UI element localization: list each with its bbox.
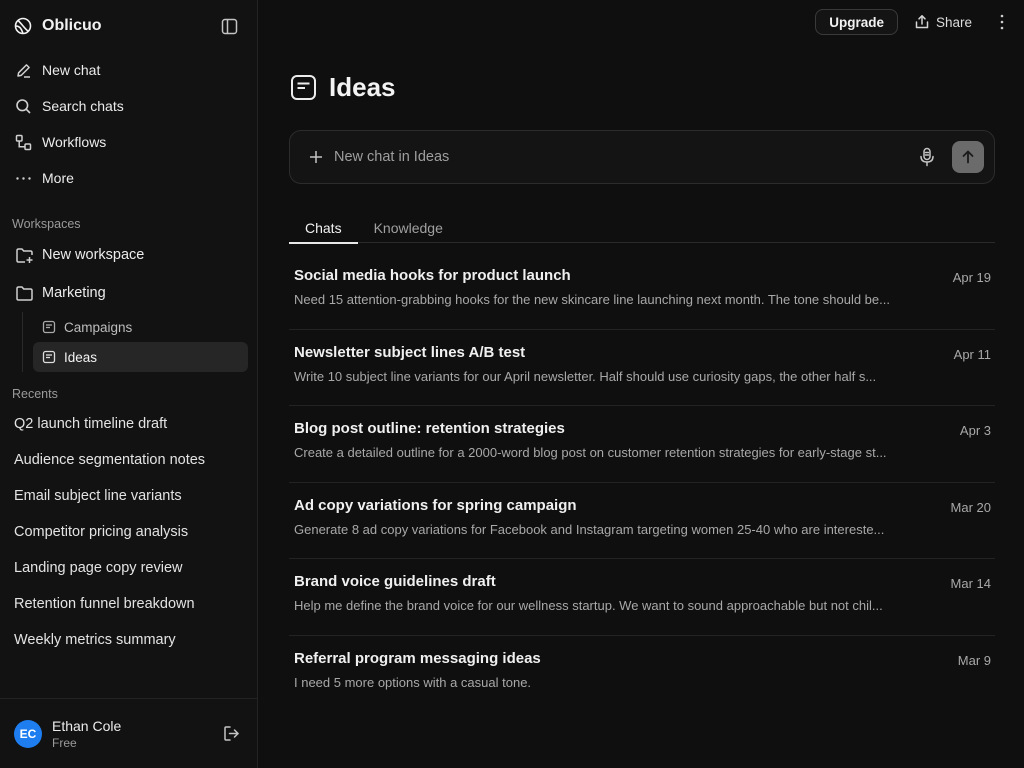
chat-date: Apr 3 — [959, 423, 991, 439]
chat-row[interactable]: Ad copy variations for spring campaign M… — [289, 483, 995, 560]
workflow-icon — [14, 133, 32, 151]
chat-row[interactable]: Social media hooks for product launch Ap… — [289, 253, 995, 330]
oblicuo-logo-icon[interactable] — [14, 17, 32, 35]
chat-date: Mar 20 — [950, 499, 991, 515]
workspace-item-campaigns-label: Campaigns — [64, 319, 133, 335]
workspace-item-campaigns[interactable]: Campaigns — [33, 312, 248, 342]
nav-search-chats[interactable]: Search chats — [8, 88, 249, 124]
document-icon — [41, 319, 57, 335]
topbar: Upgrade Share — [258, 0, 1024, 44]
chat-title: Referral program messaging ideas — [294, 649, 541, 667]
brand-row: Oblicuo — [0, 0, 257, 52]
chat-preview: I need 5 more options with a casual tone… — [294, 674, 532, 690]
send-button[interactable] — [952, 141, 984, 173]
new-workspace-button[interactable]: New workspace — [8, 236, 249, 274]
nav-workflows-label: Workflows — [42, 134, 107, 150]
chat-title: Blog post outline: retention strategies — [294, 420, 565, 438]
tab-chats[interactable]: Chats — [289, 212, 358, 244]
nav-new-chat-label: New chat — [42, 62, 101, 78]
nav-new-chat[interactable]: New chat — [8, 52, 249, 88]
user-info: Ethan Cole Free — [52, 718, 121, 750]
chat-title: Newsletter subject lines A/B test — [294, 343, 526, 361]
chat-preview: Help me define the brand voice for our w… — [294, 598, 883, 614]
folder-plus-icon — [14, 245, 34, 265]
chat-list: Social media hooks for product launch Ap… — [289, 253, 995, 713]
content: Ideas New chat in Ideas Chats Knowledge … — [289, 70, 995, 713]
chat-preview: Create a detailed outline for a 2000-wor… — [294, 445, 887, 461]
recents-heading: Recents — [12, 387, 58, 401]
recent-item[interactable]: Retention funnel breakdown — [0, 586, 257, 622]
recent-item[interactable]: Landing page copy review — [0, 550, 257, 586]
tab-knowledge[interactable]: Knowledge — [358, 212, 459, 243]
recent-item[interactable]: Weekly metrics summary — [0, 622, 257, 658]
sidebar-toggle-icon[interactable] — [215, 12, 243, 40]
nav-workflows[interactable]: Workflows — [8, 124, 249, 160]
tab-bar: Chats Knowledge — [289, 212, 995, 244]
logout-icon[interactable] — [219, 722, 243, 746]
document-icon — [41, 349, 57, 365]
chat-composer — [289, 130, 995, 184]
share-icon — [914, 14, 930, 30]
ellipsis-icon — [14, 169, 32, 187]
brand-name: Oblicuo — [42, 17, 102, 34]
page-title: Ideas — [329, 71, 396, 102]
chat-title: Ad copy variations for spring campaign — [294, 496, 577, 514]
chat-row[interactable]: Brand voice guidelines draft Mar 14 Help… — [289, 559, 995, 636]
recent-item[interactable]: Q2 launch timeline draft — [0, 406, 257, 442]
sidebar: Oblicuo New chat Search chats Workflows … — [0, 0, 258, 768]
nav-more-label: More — [42, 170, 74, 186]
chat-row[interactable]: Newsletter subject lines A/B test Apr 11… — [289, 330, 995, 407]
chat-date: Mar 9 — [957, 652, 991, 668]
new-chat-input[interactable] — [334, 149, 916, 165]
workspace-item-ideas[interactable]: Ideas — [33, 342, 248, 372]
recent-item[interactable]: Email subject line variants — [0, 478, 257, 514]
main-panel: Upgrade Share Ideas New chat in Ideas Ch… — [258, 0, 1024, 768]
search-icon — [14, 97, 32, 115]
app-root: Oblicuo New chat Search chats Workflows … — [0, 0, 1024, 768]
chat-row[interactable]: Referral program messaging ideas Mar 9 I… — [289, 636, 995, 713]
chat-date: Apr 19 — [952, 270, 991, 285]
user-profile[interactable]: EC Ethan Cole Free — [0, 698, 257, 768]
avatar[interactable]: EC — [14, 719, 42, 748]
workspace-item-ideas-label: Ideas — [64, 349, 98, 365]
more-options-icon[interactable] — [994, 14, 1010, 30]
workspace-children: Campaigns Ideas — [22, 312, 248, 372]
pencil-icon — [14, 61, 32, 79]
chat-row[interactable]: Blog post outline: retention strategies … — [289, 406, 995, 483]
recents-list: Q2 launch timeline draft Audience segmen… — [0, 406, 257, 658]
plus-icon[interactable] — [308, 149, 324, 165]
folder-icon — [14, 283, 34, 303]
chat-date: Mar 14 — [950, 576, 991, 592]
recent-item[interactable]: Competitor pricing analysis — [0, 514, 257, 550]
nav-search-chats-label: Search chats — [42, 98, 124, 114]
chat-preview: Generate 8 ad copy variations for Facebo… — [294, 521, 885, 537]
upgrade-button[interactable]: Upgrade — [815, 9, 898, 35]
workspace-marketing-label: Marketing — [42, 285, 106, 301]
share-label: Share — [935, 14, 972, 30]
document-icon — [289, 73, 317, 101]
chat-date: Apr 11 — [953, 346, 991, 362]
nav-more[interactable]: More — [8, 160, 249, 196]
chat-preview: Write 10 subject line variants for our A… — [294, 368, 877, 384]
page-header: Ideas — [289, 70, 995, 104]
user-name: Ethan Cole — [52, 717, 122, 734]
primary-nav: New chat Search chats Workflows More — [0, 52, 257, 196]
microphone-icon[interactable] — [916, 146, 938, 168]
recent-item[interactable]: Audience segmentation notes — [0, 442, 257, 478]
share-button[interactable]: Share — [914, 14, 972, 30]
chat-preview: Need 15 attention-grabbing hooks for the… — [294, 292, 890, 307]
chat-title: Social media hooks for product launch — [294, 267, 571, 284]
workspace-marketing[interactable]: Marketing — [8, 274, 249, 312]
chat-title: Brand voice guidelines draft — [294, 573, 496, 591]
new-workspace-label: New workspace — [42, 247, 145, 263]
workspaces-heading: Workspaces — [12, 217, 81, 231]
user-plan: Free — [52, 735, 77, 750]
